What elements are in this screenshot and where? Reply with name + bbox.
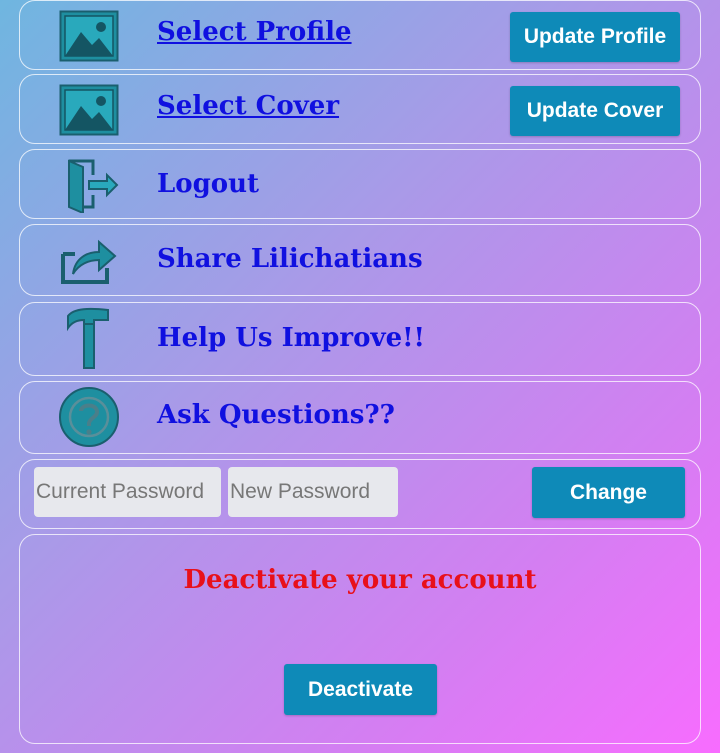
deactivate-title: Deactivate your account xyxy=(183,565,537,595)
share-icon[interactable] xyxy=(58,233,120,289)
questions-row[interactable]: Ask Questions?? xyxy=(19,381,701,454)
update-cover-button[interactable]: Update Cover xyxy=(510,86,680,136)
questions-label[interactable]: Ask Questions?? xyxy=(157,400,395,430)
help-label[interactable]: Help Us Improve!! xyxy=(157,323,425,353)
select-profile-link[interactable]: Select Profile xyxy=(157,17,352,47)
logout-label[interactable]: Logout xyxy=(157,169,259,199)
question-icon[interactable] xyxy=(58,386,120,448)
select-cover-link[interactable]: Select Cover xyxy=(157,91,339,121)
profile-row: Select Profile Update Profile xyxy=(19,0,701,70)
image-icon[interactable] xyxy=(58,8,120,64)
help-row[interactable]: Help Us Improve!! xyxy=(19,302,701,376)
current-password-input[interactable]: Current Password xyxy=(34,467,221,517)
cover-row: Select Cover Update Cover xyxy=(19,74,701,144)
new-password-input[interactable]: New Password xyxy=(228,467,398,517)
logout-icon[interactable] xyxy=(58,157,120,213)
change-password-button[interactable]: Change xyxy=(532,467,685,518)
deactivate-button[interactable]: Deactivate xyxy=(284,664,437,715)
update-profile-button[interactable]: Update Profile xyxy=(510,12,680,62)
deactivate-card: Deactivate your account Deactivate xyxy=(19,534,701,744)
hammer-icon[interactable] xyxy=(58,306,120,370)
image-icon[interactable] xyxy=(58,82,120,138)
logout-row[interactable]: Logout xyxy=(19,149,701,219)
password-row: Current Password New Password Change xyxy=(19,459,701,529)
share-label[interactable]: Share Lilichatians xyxy=(157,244,423,274)
share-row[interactable]: Share Lilichatians xyxy=(19,224,701,296)
